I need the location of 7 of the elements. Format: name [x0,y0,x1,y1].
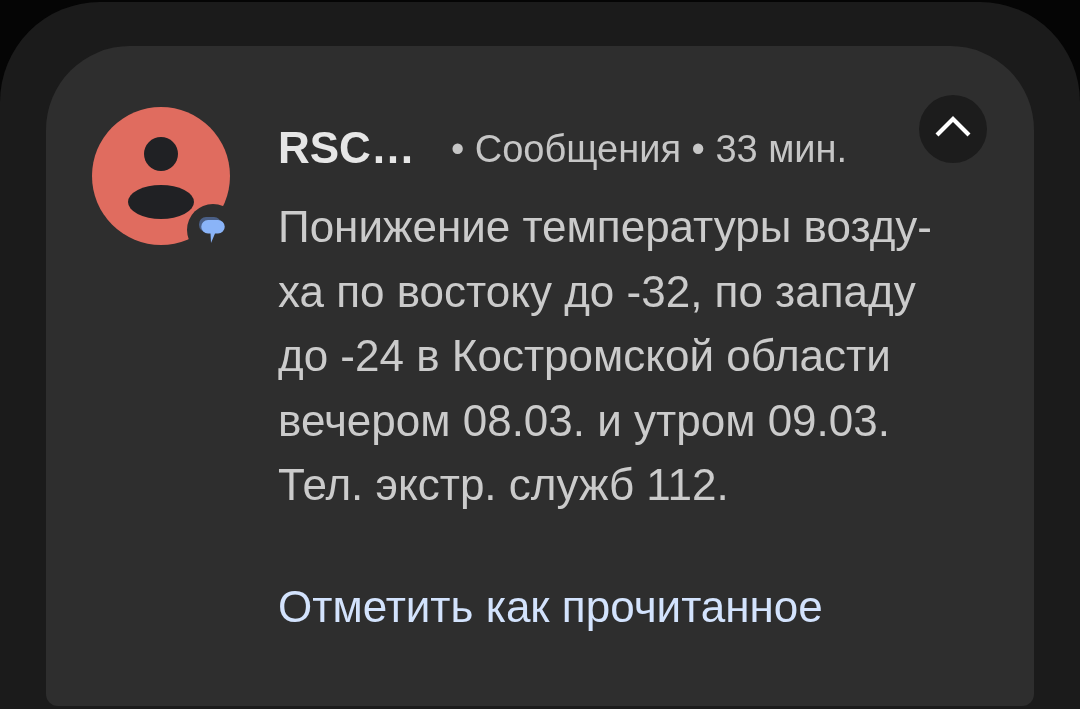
chat-bubble-icon [199,217,225,243]
avatar-icon [92,107,230,245]
notification-meta: • Сообщения • 33 мин. [450,127,848,172]
mark-as-read-button[interactable]: Отметить как прочитанное [278,579,823,634]
chevron-up-icon [934,116,972,138]
sender-name: RSC… [278,122,415,174]
message-text: Понижение температуры возду- ха по востоку до -32, по западу до -24 в Костромской области вечером 08.03. и утром 09.03. Тел. экстр. служб 112. [278,201,933,511]
